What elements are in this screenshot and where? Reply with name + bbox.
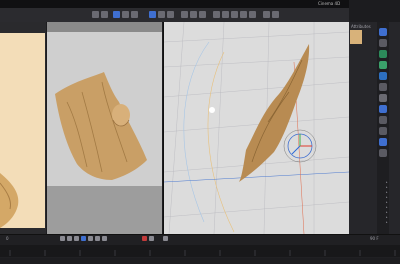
tree-row[interactable]: ▸ [386,220,388,224]
panel-header: Attributes [351,24,371,29]
deformer-button[interactable] [240,11,247,18]
rotate-gizmo [283,129,317,163]
select-icon[interactable] [379,61,387,69]
move-icon[interactable] [379,28,387,36]
rotate-tool-button[interactable] [131,11,138,18]
viewport-perspective-render[interactable] [47,22,162,234]
z-axis-button[interactable] [167,11,174,18]
record-icon[interactable] [142,236,147,241]
go-start-icon[interactable] [60,236,65,241]
material-thumbnail[interactable] [350,30,362,44]
current-frame[interactable]: 0 [6,236,9,241]
camera-icon[interactable] [379,94,387,102]
prev-frame-icon[interactable] [74,236,79,241]
viewport-front-closeup[interactable] [0,33,45,228]
tree-row[interactable]: ▸ [386,180,388,184]
next-key-icon[interactable] [95,236,100,241]
tree-row[interactable]: ▸ [386,210,388,214]
undo-icon[interactable] [92,11,99,18]
tree-row[interactable]: ▸ [386,185,388,189]
main-toolbar [0,8,400,23]
render-view-button[interactable] [181,11,188,18]
go-end-icon[interactable] [102,236,107,241]
attributes-panel: Attributes [349,22,400,234]
end-frame[interactable]: 90 F [370,236,379,241]
spline-button[interactable] [222,11,229,18]
viewport-3d-editor[interactable] [163,22,349,234]
cloth-render [55,72,147,180]
next-frame-icon[interactable] [88,236,93,241]
window-title: Cinema 4D [318,1,341,6]
tag-icon[interactable] [379,127,387,135]
light-button[interactable] [272,11,279,18]
field-button[interactable] [249,11,256,18]
tree-row[interactable]: ▸ [386,195,388,199]
y-axis-button[interactable] [158,11,165,18]
generator-button[interactable] [231,11,238,18]
render-settings-button[interactable] [199,11,206,18]
tree-row[interactable]: ▸ [386,215,388,219]
camera-button[interactable] [263,11,270,18]
render-button[interactable] [190,11,197,18]
sim-icon[interactable] [379,138,387,146]
scale-tool-button[interactable] [122,11,129,18]
ruler-ticks [9,250,396,256]
timeline-ruler[interactable] [0,245,400,257]
prev-key-icon[interactable] [67,236,72,241]
render-icon[interactable] [379,72,387,80]
play-icon[interactable] [81,236,86,241]
rotate-icon[interactable] [379,50,387,58]
move-tool-button[interactable] [113,11,120,18]
keyframe-icon[interactable] [163,236,168,241]
scale-icon[interactable] [379,39,387,47]
viewport-grid [164,22,349,234]
deformer-icon[interactable] [379,116,387,124]
object-icon[interactable] [379,105,387,113]
tree-row[interactable]: ▸ [386,200,388,204]
hair-icon[interactable] [379,149,387,157]
cube-object-button[interactable] [213,11,220,18]
tree-row[interactable]: ▸ [386,205,388,209]
cloth-icon[interactable] [379,83,387,91]
right-panel-header [349,0,400,22]
light-icon [209,107,215,113]
redo-icon[interactable] [101,11,108,18]
tree-row[interactable]: ▸ [386,190,388,194]
cloth-closeup-render [0,173,19,228]
auto-key-icon[interactable] [149,236,154,241]
x-axis-button[interactable] [149,11,156,18]
playback-controls [60,235,200,243]
